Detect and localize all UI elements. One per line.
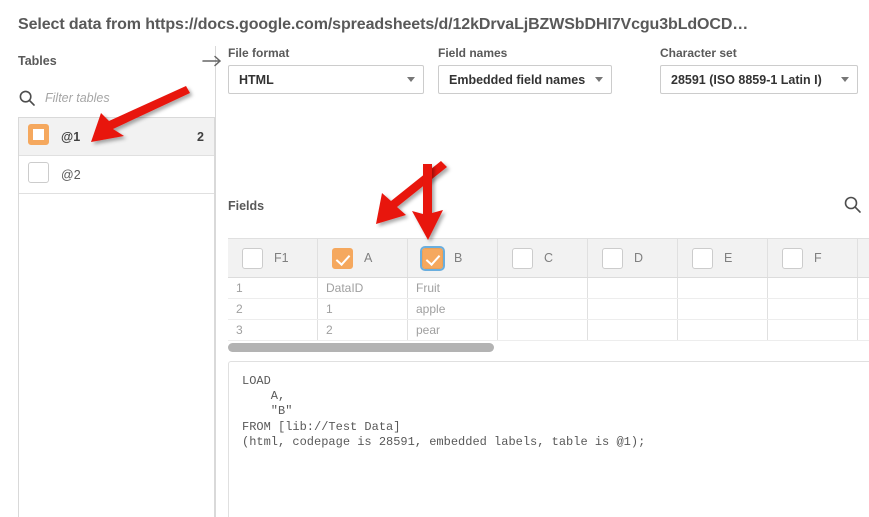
field-checkbox-a[interactable] [332, 247, 353, 269]
cell [498, 320, 588, 340]
grid-horizontal-scrollbar[interactable] [228, 342, 869, 353]
cell [588, 320, 678, 340]
field-column-name: D [634, 251, 644, 265]
scrollbar-thumb[interactable] [228, 343, 494, 352]
cell [498, 299, 588, 319]
field-column-name: A [364, 251, 373, 265]
field-column-name: E [724, 251, 733, 265]
character-set-group: Character set 28591 (ISO 8859-1 Latin I) [660, 46, 858, 94]
character-set-value: 28591 (ISO 8859-1 Latin I) [671, 72, 822, 87]
file-format-value: HTML [239, 72, 274, 87]
cell: 2 [318, 320, 408, 340]
field-names-group: Field names Embedded field names [438, 46, 612, 94]
table-item-label: @2 [61, 167, 81, 182]
tables-list: @1 2 @2 [18, 117, 215, 517]
table-row: 1 DataID Fruit [228, 278, 869, 299]
cell: DataID [318, 278, 408, 298]
field-column-name: C [544, 251, 554, 265]
row-number: 3 [228, 320, 318, 340]
cell [768, 299, 858, 319]
file-format-group: File format HTML [228, 46, 424, 94]
field-checkbox-f1[interactable] [242, 247, 263, 269]
panel-divider [215, 46, 216, 517]
tables-panel: Tables @1 2 @2 [0, 46, 216, 517]
arrow-to-field-a [376, 161, 447, 224]
character-set-label: Character set [660, 46, 737, 60]
field-column-header-d[interactable]: D [588, 239, 678, 277]
cell: Fruit [408, 278, 498, 298]
table-row: 3 2 pear [228, 320, 869, 341]
field-column-header-b[interactable]: B [408, 239, 498, 277]
chevron-down-icon [595, 77, 603, 82]
filter-tables-input[interactable] [45, 91, 185, 105]
cell [588, 299, 678, 319]
fields-grid: F1 A B C D E F 1 DataID Fruit 2 1 apple … [228, 238, 869, 342]
field-column-header-c[interactable]: C [498, 239, 588, 277]
field-column-header-e[interactable]: E [678, 239, 768, 277]
field-column-header-a[interactable]: A [318, 239, 408, 277]
table-item-count: 2 [197, 129, 204, 144]
search-icon [18, 89, 36, 107]
row-number: 1 [228, 278, 318, 298]
load-script-text: LOAD A, "B" FROM [lib://Test Data] (html… [242, 374, 646, 449]
search-icon[interactable] [843, 195, 862, 214]
arrow-right-icon[interactable] [201, 52, 225, 70]
fields-heading: Fields [228, 199, 265, 213]
table-checkbox-at2[interactable] [28, 161, 49, 188]
cell [588, 278, 678, 298]
field-checkbox-b[interactable] [420, 245, 445, 271]
file-format-select[interactable]: HTML [228, 65, 424, 94]
field-checkbox-f[interactable] [782, 247, 803, 269]
cell [678, 320, 768, 340]
file-format-label: File format [228, 46, 290, 60]
field-checkbox-e[interactable] [692, 247, 713, 269]
field-column-name: B [454, 251, 463, 265]
field-column-name: F [814, 251, 822, 265]
cell [768, 320, 858, 340]
cell [768, 278, 858, 298]
chevron-down-icon [407, 77, 415, 82]
table-list-item-at1[interactable]: @1 2 [19, 118, 214, 156]
cell [678, 299, 768, 319]
page-title: Select data from https://docs.google.com… [18, 16, 749, 33]
field-column-header-f[interactable]: F [768, 239, 858, 277]
field-names-select[interactable]: Embedded field names [438, 65, 612, 94]
chevron-down-icon [841, 77, 849, 82]
row-number: 2 [228, 299, 318, 319]
fields-grid-header: F1 A B C D E F [228, 239, 869, 278]
field-names-value: Embedded field names [449, 72, 586, 87]
field-column-name: F1 [274, 251, 289, 265]
cell [678, 278, 768, 298]
field-checkbox-c[interactable] [512, 247, 533, 269]
arrow-to-field-b [412, 164, 443, 240]
cell [498, 278, 588, 298]
tables-heading: Tables [18, 54, 57, 68]
field-column-header-f1[interactable]: F1 [228, 239, 318, 277]
filter-tables-row [18, 86, 198, 110]
cell: apple [408, 299, 498, 319]
table-row: 2 1 apple [228, 299, 869, 320]
character-set-select[interactable]: 28591 (ISO 8859-1 Latin I) [660, 65, 858, 94]
table-checkbox-at1[interactable] [28, 123, 49, 150]
table-list-item-at2[interactable]: @2 [19, 156, 214, 194]
table-item-label: @1 [61, 129, 81, 144]
cell: pear [408, 320, 498, 340]
field-names-label: Field names [438, 46, 508, 60]
field-checkbox-d[interactable] [602, 247, 623, 269]
load-script-panel: LOAD A, "B" FROM [lib://Test Data] (html… [228, 361, 869, 517]
cell: 1 [318, 299, 408, 319]
